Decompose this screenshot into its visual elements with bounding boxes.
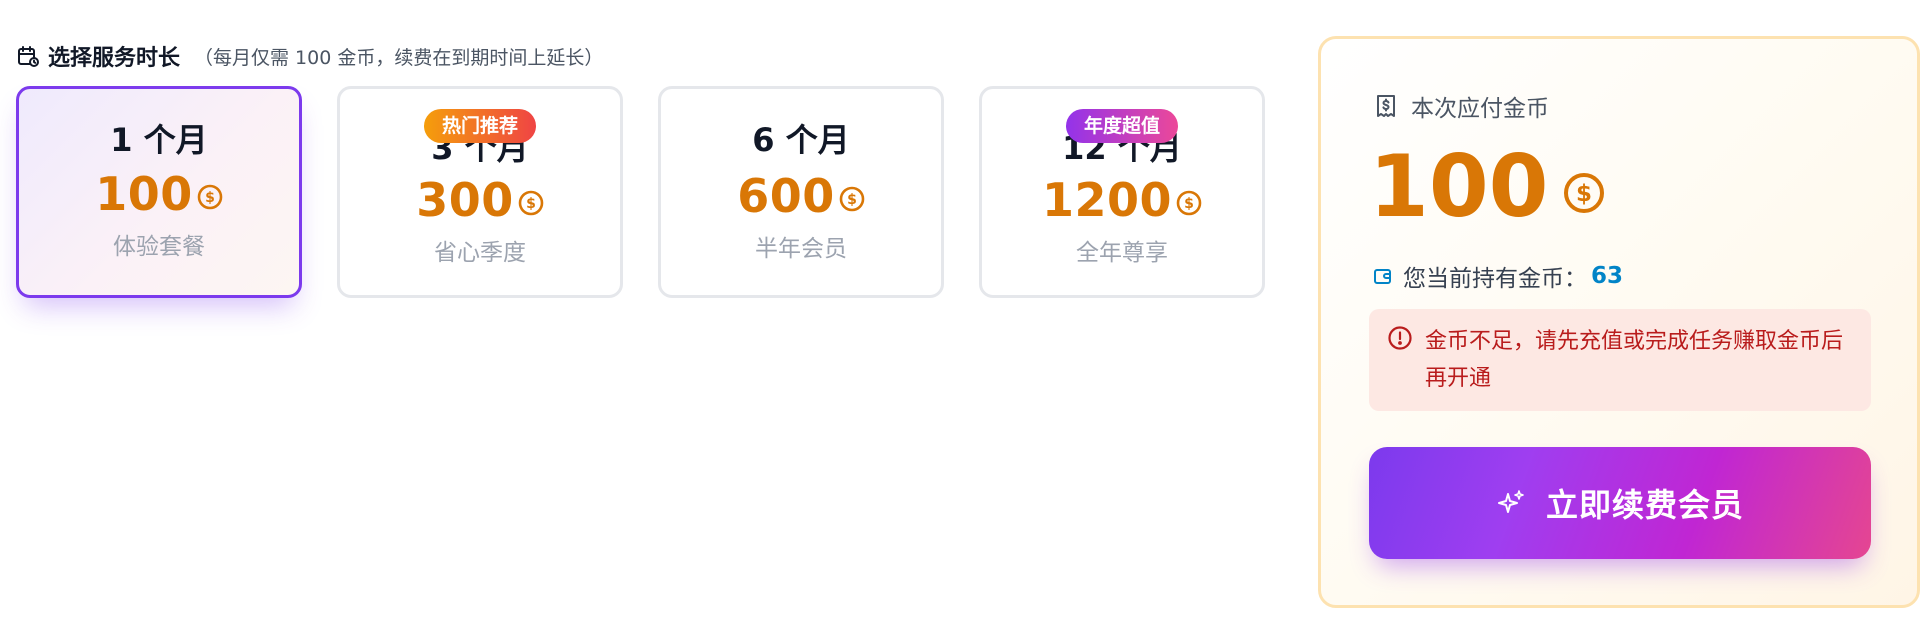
plan-card-1-month[interactable]: 1 个月 100 $ 体验套餐 [16,86,302,298]
svg-text:$: $ [847,192,857,208]
wallet-icon [1373,266,1393,286]
calendar-icon [16,44,40,68]
coin-icon: $ [1563,172,1605,214]
coin-icon: $ [839,186,865,212]
payment-label: 本次应付金币 [1411,96,1549,122]
renewal-page: 选择服务时长 （每月仅需 100 金币，续费在到期时间上延长） 1 个月 100… [0,0,1932,638]
section-header: 选择服务时长 （每月仅需 100 金币，续费在到期时间上延长） [16,40,603,72]
plan-price: 1200 $ [982,173,1262,227]
plan-card-3-months[interactable]: 热门推荐 3 个月 300 $ 省心季度 [337,86,623,298]
section-note: （每月仅需 100 金币，续费在到期时间上延长） [194,46,604,69]
section-title: 选择服务时长 [48,46,181,71]
svg-text:$: $ [1576,181,1592,207]
payment-amount-row: 100 $ [1369,137,1605,237]
plan-desc: 省心季度 [434,240,526,266]
insufficient-coins-warning: 金币不足，请先充值或完成任务赚取金币后再开通 [1369,309,1871,411]
payment-amount: 100 [1369,137,1549,237]
svg-text:$: $ [526,196,536,212]
payment-panel: 本次应付金币 100 $ 您当前持有金币： 63 金币不足，请先充值或完成任务赚… [1318,36,1920,608]
balance-value: 63 [1591,263,1624,289]
sparkle-icon [1496,488,1526,518]
payment-label-row: 本次应付金币 [1373,89,1549,123]
plan-card-12-months[interactable]: 年度超值 12 个月 1200 $ 全年尊享 [979,86,1265,298]
plan-price-amount: 1200 [1041,173,1173,227]
plan-desc: 体验套餐 [113,234,205,260]
balance-label: 您当前持有金币： [1403,266,1587,292]
renew-button-label: 立即续费会员 [1545,486,1744,524]
receipt-icon [1373,93,1399,119]
plan-price: 600 $ [661,169,941,223]
plan-price-amount: 100 [95,167,193,221]
coin-icon: $ [197,184,223,210]
plan-price-amount: 300 [416,173,514,227]
warning-text: 金币不足，请先充值或完成任务赚取金币后再开通 [1425,329,1844,391]
hot-badge: 热门推荐 [423,109,537,143]
plan-months: 1 个月 [110,121,208,159]
plan-price-amount: 600 [737,169,835,223]
plan-options: 1 个月 100 $ 体验套餐 热门推荐 3 个月 300 $ 省心季度 6 个… [16,86,1268,302]
svg-text:$: $ [205,190,215,206]
coin-icon: $ [1176,190,1202,216]
plan-price: 100 $ [19,167,299,221]
value-badge: 年度超值 [1065,109,1179,143]
svg-text:$: $ [1184,196,1194,212]
plan-card-6-months[interactable]: 6 个月 600 $ 半年会员 [658,86,944,298]
renew-membership-button[interactable]: 立即续费会员 [1369,447,1871,559]
alert-icon [1387,325,1413,351]
plan-desc: 半年会员 [755,236,847,262]
plan-desc: 全年尊享 [1076,240,1168,266]
balance-row: 您当前持有金币： 63 [1373,259,1623,293]
coin-icon: $ [518,190,544,216]
plan-price: 300 $ [340,173,620,227]
plan-months: 6 个月 [752,121,850,159]
